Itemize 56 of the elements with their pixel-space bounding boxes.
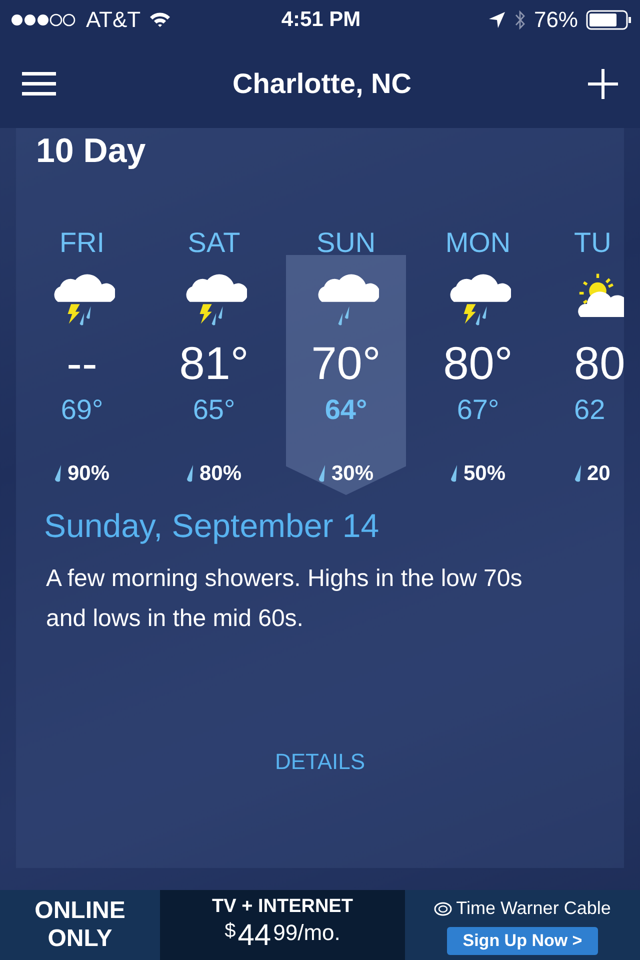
carrier-name: AT&T bbox=[86, 7, 141, 33]
sign-up-button[interactable]: Sign Up Now > bbox=[446, 927, 598, 955]
raindrop-icon bbox=[54, 465, 62, 483]
forecast-summary: A few morning showers. Highs in the low 70s and lows in the mid 60s. bbox=[46, 564, 524, 634]
currency-sign: $ bbox=[224, 920, 236, 943]
clock-time: 4:51 PM bbox=[281, 8, 361, 32]
low-temp: 65° bbox=[192, 394, 236, 426]
day-column[interactable]: MON 80° 67° 50% bbox=[412, 215, 544, 495]
raindrop-icon bbox=[450, 465, 458, 483]
brand-logo-icon bbox=[434, 900, 452, 916]
day-label: FRI bbox=[59, 227, 105, 260]
location-arrow-icon bbox=[488, 11, 506, 29]
price-cents: 99/mo. bbox=[273, 920, 340, 946]
price-amount: 44 bbox=[238, 920, 272, 952]
low-temp: 69° bbox=[60, 394, 104, 426]
low-temp: 67° bbox=[456, 394, 500, 426]
bluetooth-icon bbox=[514, 10, 526, 30]
signal-icon bbox=[10, 12, 78, 28]
wifi-icon bbox=[148, 12, 171, 28]
high-temp: 80° bbox=[443, 336, 513, 388]
menu-button[interactable] bbox=[22, 71, 56, 97]
day-label: SAT bbox=[188, 227, 240, 260]
precip-chance: 50% bbox=[463, 462, 506, 486]
low-temp: 64° bbox=[324, 394, 368, 426]
precip-chance: 80% bbox=[199, 462, 242, 486]
raindrop-icon bbox=[574, 465, 582, 483]
precip-chance: 30% bbox=[331, 462, 374, 486]
ad-headline: TV + INTERNET bbox=[212, 896, 353, 918]
day-column[interactable]: SUN 70° 64° 30% bbox=[280, 215, 412, 495]
ad-text: ONLY bbox=[48, 925, 112, 953]
day-label: MON bbox=[445, 227, 511, 260]
precip-chance: 90% bbox=[67, 462, 110, 486]
add-location-button[interactable] bbox=[588, 69, 618, 99]
plus-icon bbox=[588, 69, 618, 99]
raindrop-icon bbox=[318, 465, 326, 483]
low-temp: 62 bbox=[574, 394, 606, 426]
high-temp: 80 bbox=[574, 336, 624, 388]
day-label: TU bbox=[574, 227, 612, 260]
day-label: SUN bbox=[316, 227, 376, 260]
day-column[interactable]: FRI -- 69° 90% bbox=[16, 215, 148, 495]
battery-percent: 76% bbox=[534, 7, 578, 33]
details-link[interactable]: DETAILS bbox=[274, 749, 366, 775]
location-title: Charlotte, NC bbox=[232, 68, 412, 100]
day-column[interactable]: TU 80 62 20 bbox=[544, 215, 624, 495]
brand-name: Time Warner Cable bbox=[456, 898, 611, 919]
day-column[interactable]: SAT 81° 65° 80% bbox=[148, 215, 280, 495]
ad-text: ONLINE bbox=[34, 897, 126, 925]
forecast-date: Sunday, September 14 bbox=[44, 507, 380, 545]
menu-icon bbox=[22, 71, 56, 97]
battery-icon bbox=[586, 10, 632, 30]
section-title: 10 Day bbox=[36, 132, 146, 171]
high-temp: 81° bbox=[179, 336, 249, 388]
high-temp: 70° bbox=[311, 336, 381, 388]
precip-chance: 20 bbox=[587, 462, 610, 486]
raindrop-icon bbox=[186, 465, 194, 483]
high-temp: -- bbox=[66, 336, 98, 388]
